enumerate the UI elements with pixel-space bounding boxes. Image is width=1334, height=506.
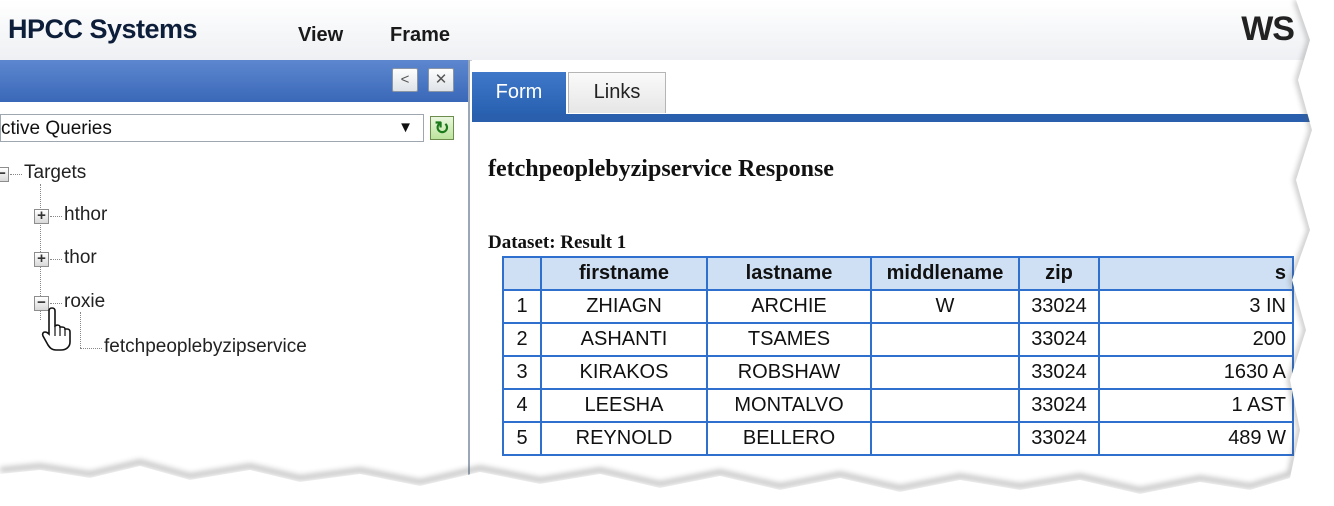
close-button[interactable]: ✕	[428, 68, 454, 92]
row-index: 2	[502, 322, 542, 357]
query-select[interactable]: ctive Queries ▼	[0, 114, 424, 142]
cell-zip: 33024	[1018, 355, 1100, 390]
right-panel: Form Links fetchpeoplebyzipservice Respo…	[472, 60, 1334, 506]
row-index: 1	[502, 289, 542, 324]
tree-connector	[50, 259, 62, 260]
top-menu-bar: HPCC Systems View Frame WS	[0, 0, 1334, 61]
tree-node-fetchpeoplebyzipservice[interactable]: fetchpeoplebyzipservice	[104, 336, 307, 358]
column-header-firstname: firstname	[540, 256, 708, 291]
cell-street: 489 W	[1098, 421, 1294, 456]
column-header-index	[502, 256, 542, 291]
cell-lastname: TSAMES	[706, 322, 872, 357]
row-index: 4	[502, 388, 542, 423]
row-index: 5	[502, 421, 542, 456]
hand-cursor-icon	[41, 307, 71, 351]
cell-middlename	[870, 388, 1020, 423]
cell-firstname: ASHANTI	[540, 322, 708, 357]
tree-connector	[50, 303, 62, 304]
table-row: 2 ASHANTI TSAMES 33024 200	[502, 322, 1294, 357]
tab-form[interactable]: Form	[472, 72, 566, 116]
tree-connector	[50, 216, 62, 217]
tree-node-targets[interactable]: Targets	[24, 162, 86, 184]
column-header-street: s	[1098, 256, 1294, 291]
tree-connector	[80, 312, 81, 348]
tab-links[interactable]: Links	[568, 72, 666, 113]
cell-street: 200	[1098, 322, 1294, 357]
menu-view[interactable]: View	[298, 24, 343, 47]
column-header-lastname: lastname	[706, 256, 872, 291]
dataset-label: Dataset: Result 1	[488, 232, 627, 253]
hthor-expand-icon[interactable]: +	[34, 208, 49, 224]
left-panel-header: < ✕	[0, 60, 468, 102]
cell-firstname: KIRAKOS	[540, 355, 708, 390]
cell-zip: 33024	[1018, 322, 1100, 357]
cell-lastname: ROBSHAW	[706, 355, 872, 390]
query-select-value: ctive Queries	[1, 118, 112, 139]
cell-street: 1 AST	[1098, 388, 1294, 423]
thor-expand-icon[interactable]: +	[34, 251, 49, 267]
row-index: 3	[502, 355, 542, 390]
cell-lastname: ARCHIE	[706, 289, 872, 324]
cell-middlename	[870, 355, 1020, 390]
cell-middlename	[870, 421, 1020, 456]
cell-firstname: ZHIAGN	[540, 289, 708, 324]
cell-middlename: W	[870, 289, 1020, 324]
collapse-button[interactable]: <	[392, 68, 418, 92]
dropdown-arrow-icon: ▼	[398, 119, 413, 136]
cell-lastname: BELLERO	[706, 421, 872, 456]
refresh-icon[interactable]: ↻	[430, 116, 454, 140]
table-row: 3 KIRAKOS ROBSHAW 33024 1630 A	[502, 355, 1294, 390]
app-window: HPCC Systems View Frame WS < ✕ ctive Que…	[0, 0, 1334, 506]
table-header-row: firstname lastname middlename zip s	[502, 256, 1294, 291]
cell-firstname: LEESHA	[540, 388, 708, 423]
left-panel: < ✕ ctive Queries ▼ ↻ − Targets + hthor …	[0, 60, 470, 506]
results-table: firstname lastname middlename zip s 1 ZH…	[502, 256, 1294, 456]
tree-node-hthor[interactable]: hthor	[64, 204, 107, 226]
tab-strip: Form Links	[472, 60, 1334, 122]
column-header-middlename: middlename	[870, 256, 1020, 291]
cell-street: 1630 A	[1098, 355, 1294, 390]
cell-zip: 33024	[1018, 421, 1100, 456]
ws-logo: WS	[1241, 10, 1295, 48]
tab-underline	[472, 114, 1334, 122]
cell-firstname: REYNOLD	[540, 421, 708, 456]
response-title: fetchpeoplebyzipservice Response	[488, 156, 834, 182]
table-row: 1 ZHIAGN ARCHIE W 33024 3 IN	[502, 289, 1294, 324]
table-row: 4 LEESHA MONTALVO 33024 1 AST	[502, 388, 1294, 423]
brand-logo: HPCC Systems	[8, 14, 198, 44]
tree-node-thor[interactable]: thor	[64, 247, 97, 269]
table-row: 5 REYNOLD BELLERO 33024 489 W	[502, 421, 1294, 456]
cell-lastname: MONTALVO	[706, 388, 872, 423]
tree-connector	[80, 348, 102, 349]
targets-toggle[interactable]: −	[0, 166, 9, 182]
column-header-zip: zip	[1018, 256, 1100, 291]
cell-zip: 33024	[1018, 289, 1100, 324]
tree-connector	[10, 174, 22, 175]
cell-zip: 33024	[1018, 388, 1100, 423]
cell-street: 3 IN	[1098, 289, 1294, 324]
menu-frame[interactable]: Frame	[390, 24, 450, 47]
cell-middlename	[870, 322, 1020, 357]
